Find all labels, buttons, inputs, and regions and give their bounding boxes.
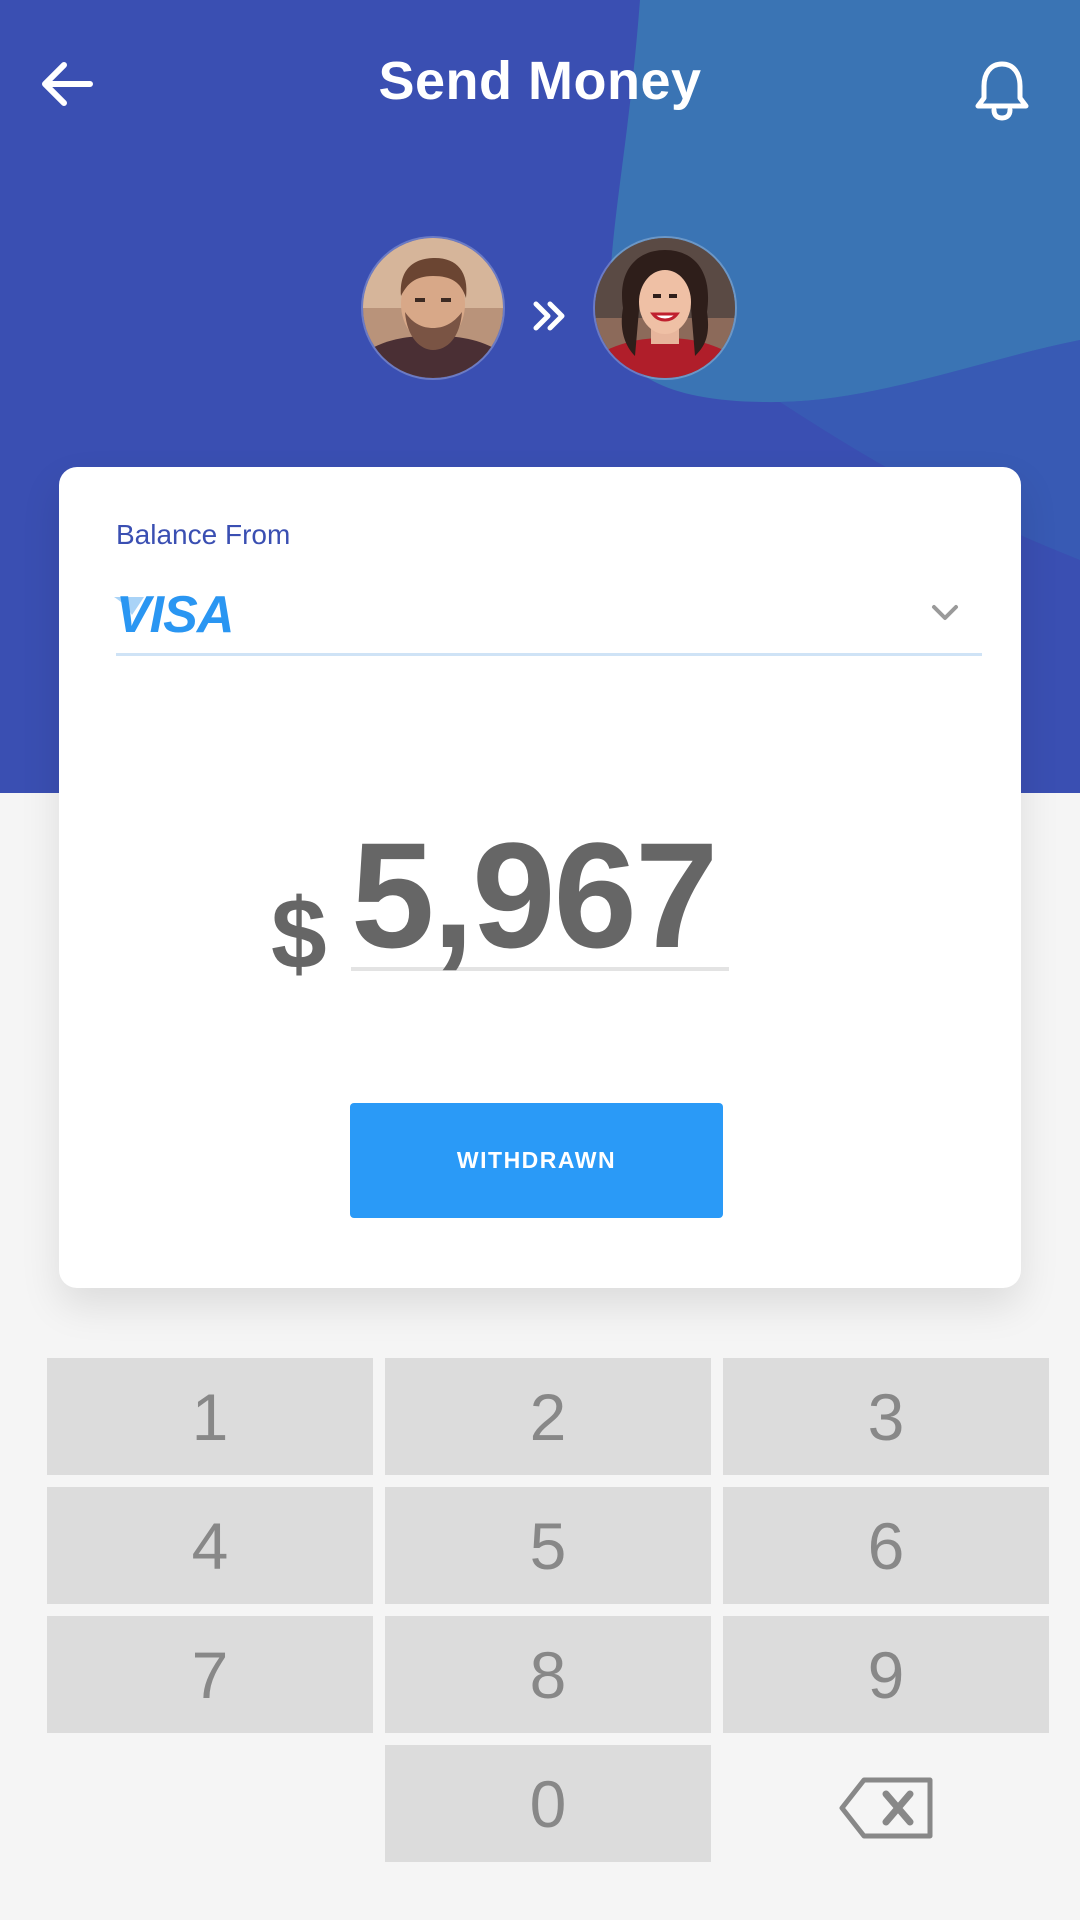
keypad-key-6[interactable]: 6 [723,1487,1049,1604]
avatar-woman-image [595,238,735,378]
currency-symbol: $ [271,878,327,990]
top-bar: Send Money [0,0,1080,175]
keypad-key-5[interactable]: 5 [385,1487,711,1604]
keypad-key-2[interactable]: 2 [385,1358,711,1475]
keypad-key-3[interactable]: 3 [723,1358,1049,1475]
balance-from-label: Balance From [116,519,291,550]
bell-icon [975,61,1029,121]
amount-input[interactable]: 5,967 [351,811,729,979]
double-chevron-right-icon [533,301,565,331]
chevron-down-icon [932,605,958,620]
avatar-man-image [363,238,503,378]
notifications-button[interactable] [972,58,1032,122]
amount-display: $ 5,967 [59,811,1021,990]
sender-avatar[interactable] [361,236,505,380]
backspace-icon [839,1777,933,1839]
page-title: Send Money [378,51,702,111]
keypad-key-7[interactable]: 7 [47,1616,373,1733]
card-selector[interactable]: VISA [114,575,982,656]
withdraw-button[interactable]: WITHDRAWN [350,1103,723,1218]
transfer-card: Balance From VISA $ 5,967 WITHDRAWN [59,467,1021,1288]
keypad-key-4[interactable]: 4 [47,1487,373,1604]
amount-value: 5,967 [351,811,718,979]
keypad-key-1[interactable]: 1 [47,1358,373,1475]
receiver-avatar[interactable] [593,236,737,380]
keypad-key-0[interactable]: 0 [385,1745,711,1862]
visa-logo: VISA [116,586,234,644]
backspace-button[interactable] [838,1776,934,1840]
keypad-key-9[interactable]: 9 [723,1616,1049,1733]
keypad-key-8[interactable]: 8 [385,1616,711,1733]
